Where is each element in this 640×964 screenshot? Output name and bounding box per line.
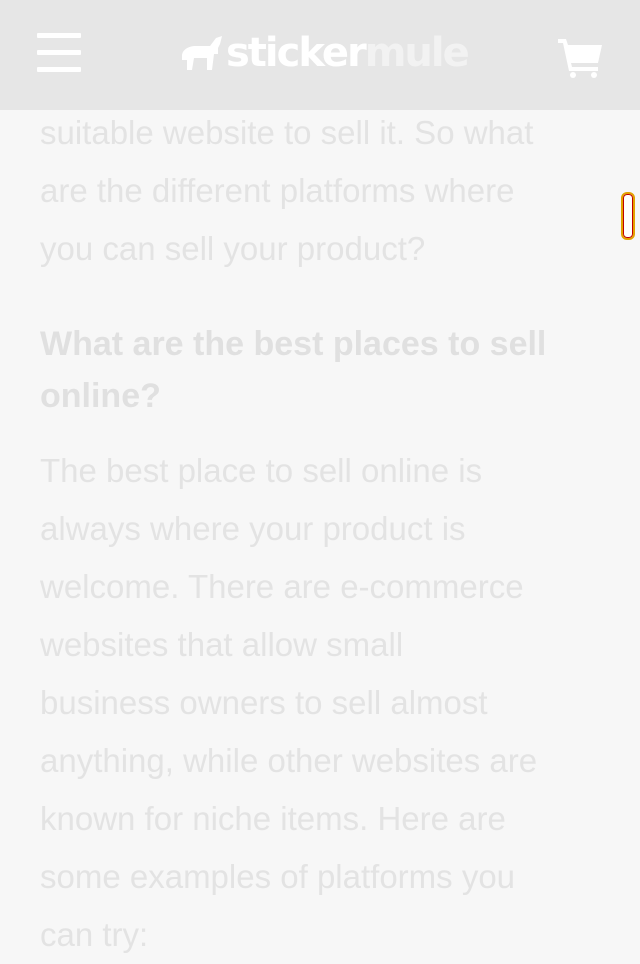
text-line: you can sell your product? bbox=[40, 230, 426, 267]
heading-line: online? bbox=[40, 377, 161, 415]
stickermule-logo[interactable]: stickermule bbox=[178, 28, 470, 78]
logo-text-sticker: sticker bbox=[226, 30, 367, 76]
text-line: some examples of platforms you bbox=[40, 858, 516, 895]
intro-paragraph: suitable website to sell it. So what are… bbox=[40, 104, 600, 278]
shopping-cart-icon[interactable] bbox=[556, 36, 604, 78]
section-heading: What are the best places to sell online? bbox=[40, 318, 600, 422]
scrollbar-thumb[interactable] bbox=[621, 192, 635, 240]
logo-wordmark: stickermule bbox=[226, 28, 470, 78]
mule-logo-icon bbox=[182, 36, 222, 70]
heading-line: What are the best places to sell bbox=[40, 325, 547, 363]
text-line: are the different platforms where bbox=[40, 172, 515, 209]
hamburger-menu-icon[interactable] bbox=[37, 33, 81, 73]
logo-text-mule: mule bbox=[364, 30, 470, 76]
top-navigation-bar: stickermule bbox=[0, 0, 640, 110]
menu-line bbox=[37, 50, 81, 55]
text-line: can try: bbox=[40, 916, 149, 953]
text-line: suitable website to sell it. So what bbox=[40, 114, 534, 151]
text-line: The best place to sell online is bbox=[40, 452, 483, 489]
text-line: known for niche items. Here are bbox=[40, 800, 506, 837]
text-line: business owners to sell almost bbox=[40, 684, 488, 721]
text-line: always where your product is bbox=[40, 510, 466, 547]
text-line: welcome. There are e-commerce bbox=[40, 568, 524, 605]
menu-line bbox=[37, 33, 81, 38]
text-line: websites that allow small bbox=[40, 626, 404, 663]
body-paragraph: The best place to sell online is always … bbox=[40, 442, 600, 964]
menu-line bbox=[37, 67, 81, 72]
cart-graphic bbox=[558, 39, 602, 78]
text-line: anything, while other websites are bbox=[40, 742, 538, 779]
